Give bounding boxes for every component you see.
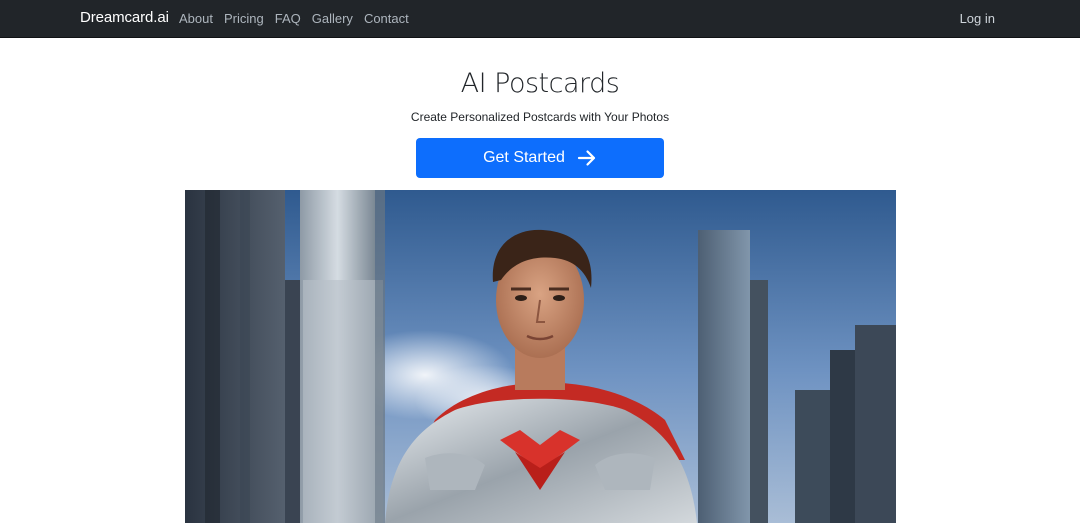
page-title: AI Postcards [460, 68, 620, 99]
nav-link-gallery[interactable]: Gallery [312, 11, 353, 26]
nav-links: About Pricing FAQ Gallery Contact [179, 11, 420, 26]
arrow-right-icon [577, 150, 596, 166]
nav-link-faq[interactable]: FAQ [275, 11, 301, 26]
top-navbar: Dreamcard.ai About Pricing FAQ Gallery C… [0, 0, 1080, 38]
nav-link-about[interactable]: About [179, 11, 213, 26]
get-started-button[interactable]: Get Started [416, 138, 664, 178]
hero-illustration [185, 190, 896, 523]
get-started-label: Get Started [483, 149, 565, 166]
nav-link-pricing[interactable]: Pricing [224, 11, 264, 26]
page-subtitle: Create Personalized Postcards with Your … [410, 110, 670, 124]
nav-link-contact[interactable]: Contact [364, 11, 409, 26]
brand-logo-link[interactable]: Dreamcard.ai [80, 9, 169, 26]
login-link[interactable]: Log in [960, 11, 995, 26]
hero-image [185, 190, 896, 523]
